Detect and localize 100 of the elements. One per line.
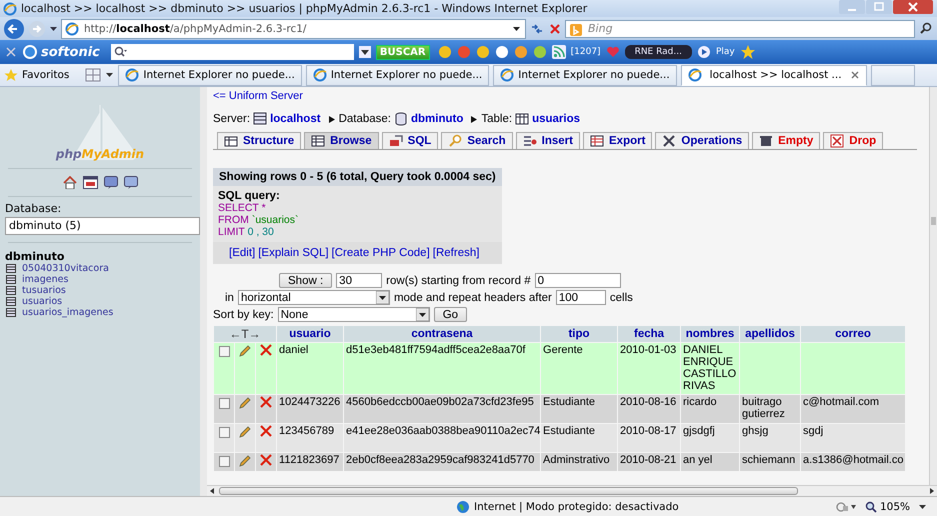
breadcrumb-link[interactable]: dbminuto bbox=[411, 113, 464, 125]
table-icon[interactable] bbox=[6, 308, 16, 317]
delete-icon[interactable] bbox=[260, 396, 272, 408]
browser-tab[interactable]: Internet Explorer no puede... bbox=[118, 64, 302, 86]
circle-icon[interactable] bbox=[476, 45, 490, 59]
table-row[interactable]: 1121823697 2eb0cf8eea283a2959caf983241d5770 Adminstrativo 2010-08-21 an yel schiemann a.s1386@hotmail.co bbox=[214, 453, 906, 471]
tab[interactable]: Operations bbox=[655, 132, 750, 149]
table-link[interactable]: usuarios_imagenes bbox=[22, 307, 114, 318]
close-icon[interactable] bbox=[893, 0, 933, 14]
delete-icon[interactable] bbox=[260, 454, 272, 466]
sql-window-icon[interactable] bbox=[82, 176, 98, 189]
sort-select[interactable]: None bbox=[278, 307, 430, 322]
toolbar-logo[interactable]: softonic bbox=[22, 44, 100, 60]
table-row[interactable]: daniel d51e3eb481ff7594adff5cea2e8aa70f Gerente 2010-01-03 DANIEL ENRIQUE CASTILLO RIVAS bbox=[214, 343, 906, 394]
column-header[interactable]: usuario bbox=[277, 326, 344, 342]
table-link[interactable]: 05040310vitacora bbox=[22, 263, 109, 274]
vertical-scrollbar[interactable] bbox=[929, 87, 937, 485]
back-icon[interactable] bbox=[3, 18, 25, 40]
refresh-icon[interactable] bbox=[529, 22, 545, 36]
caret-icon[interactable] bbox=[49, 24, 58, 32]
table-cell: d51e3eb481ff7594adff5cea2e8aa70f bbox=[346, 344, 526, 356]
search-icon[interactable] bbox=[918, 22, 934, 36]
tab[interactable]: Insert bbox=[516, 132, 580, 149]
table-row[interactable]: 123456789 e41ee28e036aab0388bea90110a2ec74 Estudiante 2010-08-17 gjsdgfj ghsjg sgdj bbox=[214, 424, 906, 452]
dropdown-icon[interactable] bbox=[376, 291, 389, 304]
start-record-field[interactable]: 0 bbox=[534, 273, 621, 288]
table-link[interactable]: tusuarios bbox=[22, 285, 66, 296]
tab[interactable]: Export bbox=[583, 132, 652, 149]
cells-label: cells bbox=[610, 292, 633, 304]
browser-tab[interactable]: localhost >> localhost ... bbox=[680, 64, 867, 86]
circle-icon[interactable] bbox=[494, 45, 509, 59]
query-link[interactable]: [Refresh] bbox=[432, 247, 480, 259]
tab[interactable]: Search bbox=[441, 132, 513, 149]
column-header[interactable]: contrasena bbox=[344, 326, 540, 342]
toolbar-search-field[interactable] bbox=[110, 44, 354, 60]
home-icon[interactable] bbox=[62, 176, 76, 189]
browser-tab[interactable]: Internet Explorer no puede... bbox=[493, 64, 677, 86]
circle-icon[interactable] bbox=[696, 45, 711, 59]
table-row[interactable]: 1024473226 4560b6edccb00ae09b02a73cfd23fe95 Estudiante 2010-08-16 ricardo buitrago gutierrez c@hotmail.com bbox=[214, 395, 906, 423]
database-select[interactable]: dbminuto (5) bbox=[5, 217, 200, 235]
table-icon[interactable] bbox=[6, 264, 16, 273]
column-header[interactable]: nombres bbox=[681, 326, 740, 342]
table-link[interactable]: imagenes bbox=[22, 274, 68, 285]
zoom-button[interactable]: 105% bbox=[864, 500, 910, 512]
security-icon[interactable] bbox=[834, 500, 857, 512]
tab[interactable]: SQL bbox=[382, 132, 438, 149]
tab[interactable]: Empty bbox=[752, 132, 820, 149]
column-header[interactable]: apellidos bbox=[740, 326, 800, 342]
column-header[interactable]: fecha bbox=[618, 326, 680, 342]
show-button[interactable]: Show : bbox=[279, 273, 332, 288]
circle-icon[interactable] bbox=[514, 45, 528, 59]
app-logo[interactable]: phpMyAdmin bbox=[56, 147, 144, 161]
scrollbar-thumb[interactable] bbox=[219, 487, 798, 495]
close-icon[interactable] bbox=[850, 70, 860, 80]
row-checkbox[interactable] bbox=[218, 398, 230, 409]
caret-icon[interactable] bbox=[918, 502, 927, 510]
query-link[interactable]: [Edit] bbox=[229, 247, 256, 259]
column-header[interactable]: correo bbox=[801, 326, 906, 342]
breadcrumb-link[interactable]: usuarios bbox=[532, 113, 580, 125]
circle-icon[interactable] bbox=[438, 45, 452, 59]
row-checkbox[interactable] bbox=[218, 456, 230, 467]
go-button[interactable]: Go bbox=[434, 307, 468, 322]
query-link[interactable]: [Create PHP Code] bbox=[332, 247, 430, 259]
chat-icon[interactable] bbox=[124, 176, 138, 189]
column-arrows[interactable]: ←T→ bbox=[214, 326, 276, 342]
table-icon[interactable] bbox=[6, 297, 16, 306]
tab[interactable]: Structure bbox=[217, 132, 302, 149]
delete-icon[interactable] bbox=[260, 344, 272, 356]
toolbar-counter[interactable]: [1207] bbox=[570, 47, 601, 57]
back-link[interactable]: <= Uniform Server bbox=[213, 90, 929, 102]
tab[interactable]: Drop bbox=[823, 132, 884, 149]
table-icon[interactable] bbox=[6, 286, 16, 295]
dropdown-icon[interactable] bbox=[416, 308, 429, 321]
breadcrumb-label: Database: bbox=[338, 113, 391, 125]
row-checkbox[interactable] bbox=[218, 346, 230, 357]
delete-icon[interactable] bbox=[260, 425, 272, 437]
rows-field[interactable]: 30 bbox=[336, 273, 382, 288]
tab[interactable]: Browse bbox=[304, 132, 379, 149]
mode-select[interactable]: horizontal bbox=[238, 290, 390, 305]
query-link[interactable]: [Explain SQL] bbox=[258, 247, 329, 259]
play-button[interactable]: Play bbox=[716, 47, 735, 57]
circle-icon[interactable] bbox=[532, 45, 547, 59]
favorites-button[interactable]: Favoritos bbox=[4, 68, 70, 82]
search-field[interactable]: Bing bbox=[565, 20, 915, 38]
caret-icon[interactable] bbox=[105, 71, 114, 79]
feed-icon[interactable] bbox=[552, 45, 566, 59]
row-checkbox[interactable] bbox=[218, 427, 230, 438]
repeat-headers-field[interactable]: 100 bbox=[556, 290, 606, 305]
table-link[interactable]: usuarios bbox=[22, 296, 62, 307]
caret-icon[interactable] bbox=[512, 24, 521, 32]
browser-tab[interactable]: Internet Explorer no puede... bbox=[306, 64, 490, 86]
station-dropdown[interactable]: RNE Rad... bbox=[624, 45, 692, 59]
star-icon[interactable] bbox=[740, 44, 756, 60]
breadcrumb-link[interactable]: localhost bbox=[270, 113, 321, 125]
database-name[interactable]: dbminuto bbox=[0, 250, 200, 263]
column-header[interactable]: tipo bbox=[541, 326, 618, 342]
address-field[interactable]: http://localhost/a/phpMyAdmin-2.6.3-rc1/ bbox=[61, 18, 526, 38]
stop-icon[interactable] bbox=[548, 22, 562, 36]
caret-icon[interactable] bbox=[358, 46, 371, 58]
table-icon[interactable] bbox=[6, 275, 16, 284]
